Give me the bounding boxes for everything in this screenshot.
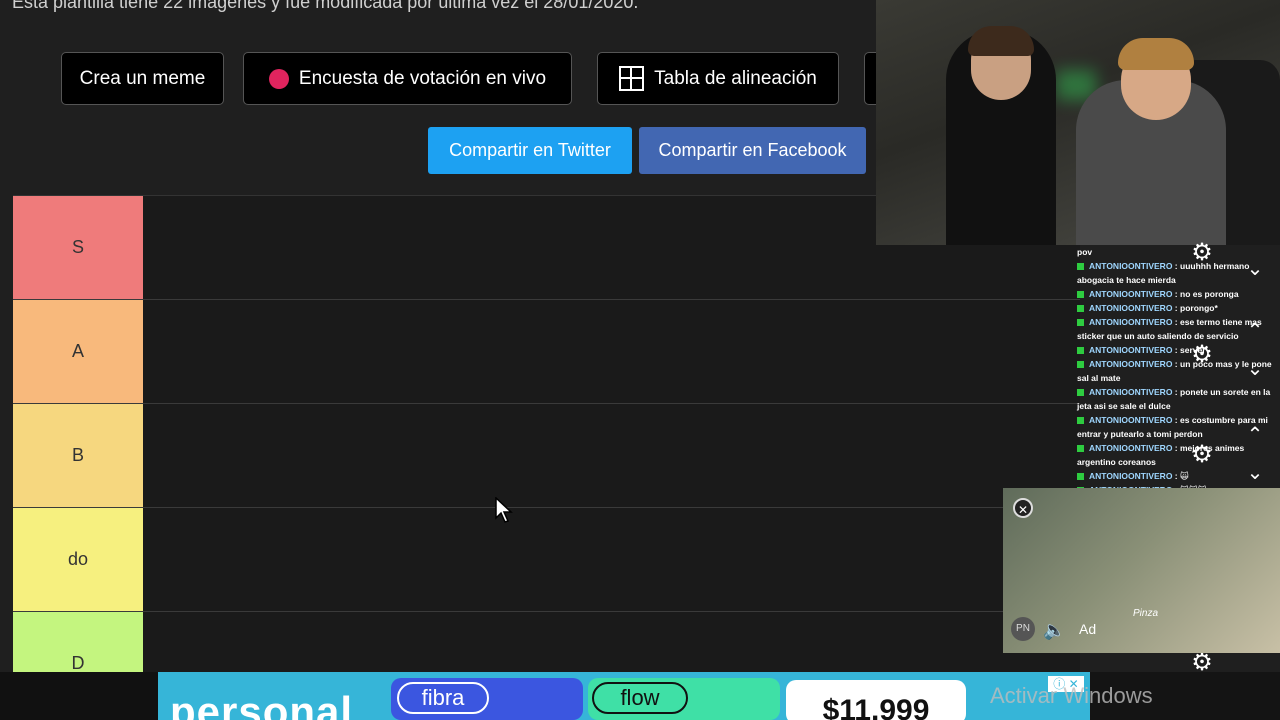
chat-separator: : [1172,261,1180,271]
share-twitter-button[interactable]: Compartir en Twitter [428,127,632,174]
speaker-icon[interactable]: 🔈 [1043,620,1065,641]
chat-username[interactable]: ANTONIOONTIVERO [1089,359,1172,369]
video-ad[interactable]: ✕ Pinza PN 🔈 Ad [1003,488,1280,653]
chevron-down-icon[interactable]: ⌄ [1242,359,1268,379]
more-actions-button[interactable] [864,52,876,105]
chat-badge-icon [1077,389,1084,397]
chat-badge-icon [1077,291,1084,299]
chat-badge-icon [1077,305,1084,313]
flow-label: flow [592,682,688,714]
chevron-down-icon[interactable]: ⌄ [1242,259,1268,279]
tier-label-c[interactable]: do [13,508,143,611]
cursor-icon [495,497,513,523]
chat-username[interactable]: ANTONIOONTIVERO [1089,317,1172,327]
bottom-left-bar [0,672,158,720]
tier-label-s[interactable]: S [13,196,143,299]
tier-row-a[interactable]: A [13,300,1080,404]
tier-row-b[interactable]: B [13,404,1080,508]
fibra-card[interactable]: fibra [391,678,583,720]
live-poll-button[interactable]: Encuesta de votación en vivo [243,52,572,105]
chat-username[interactable]: ANTONIOONTIVERO [1089,415,1172,425]
chat-separator: : [1172,303,1180,313]
gear-icon[interactable]: ⚙ [1188,341,1216,369]
price-card[interactable]: $11.999 [786,680,966,720]
flow-card[interactable]: flow [588,678,780,720]
chevron-down-icon[interactable]: ⌄ [1242,463,1268,483]
gear-icon[interactable]: ⚙ [1188,441,1216,469]
chat-badge-icon [1077,473,1084,481]
tier-list-board: S A B do D [13,195,1080,716]
chat-badge-icon [1077,361,1084,369]
create-meme-button[interactable]: Crea un meme [61,52,224,105]
chevron-up-icon[interactable]: ⌃ [1242,321,1268,341]
chat-username[interactable]: ANTONIOONTIVERO [1089,471,1172,481]
chat-badge-icon [1077,417,1084,425]
chat-separator: : [1172,443,1180,453]
chat-badge-icon [1077,347,1084,355]
chat-separator: : [1172,387,1180,397]
chat-username[interactable]: ANTONIOONTIVERO [1089,261,1172,271]
alignment-chart-label: Tabla de alineación [654,67,817,89]
chat-separator: : [1172,415,1180,425]
pn-badge: PN [1011,617,1035,641]
chat-separator: : [1172,317,1180,327]
grid-icon [619,66,645,91]
chat-username[interactable]: ANTONIOONTIVERO [1089,387,1172,397]
tier-label-a[interactable]: A [13,300,143,403]
live-poll-label: Encuesta de votación en vivo [298,67,547,89]
ad-banner[interactable]: personal fibra flow $11.999 ⓘ ✕ [158,672,1090,720]
ad-label: Ad [1079,621,1097,637]
chat-username[interactable]: ANTONIOONTIVERO [1089,345,1172,355]
chevron-up-icon[interactable]: ⌃ [1242,425,1268,445]
chat-username[interactable]: ANTONIOONTIVERO [1089,443,1172,453]
chat-separator: : [1172,345,1180,355]
close-icon[interactable]: ✕ [1013,498,1033,518]
share-facebook-label: Compartir en Facebook [658,140,847,160]
ad-brand: Pinza [1133,608,1159,619]
gear-icon[interactable]: ⚙ [1188,239,1216,267]
chat-username[interactable]: ANTONIOONTIVERO [1089,289,1172,299]
tier-label-b[interactable]: B [13,404,143,507]
tier-row-c[interactable]: do [13,508,1080,612]
chat-separator: : [1172,359,1180,369]
chat-badge-icon [1077,263,1084,271]
record-dot-icon [268,68,289,89]
chat-badge-icon [1077,319,1084,327]
create-meme-label: Crea un meme [79,67,206,89]
webcam-overlay [876,0,1280,245]
share-facebook-button[interactable]: Compartir en Facebook [639,127,866,174]
activate-windows-watermark: Activar Windows [990,683,1153,708]
chat-separator: : [1172,289,1180,299]
alignment-chart-button[interactable]: Tabla de alineación [597,52,839,105]
banner-brand: personal [170,688,354,720]
fibra-label: fibra [397,682,489,714]
chat-text: pov [1077,247,1093,257]
chat-separator: : [1172,471,1180,481]
chat-badge-icon [1077,445,1084,453]
template-info-text: Esta plantilla tiene 22 imágenes y fue m… [12,0,639,12]
screen: Esta plantilla tiene 22 imágenes y fue m… [0,0,1280,720]
share-twitter-label: Compartir en Twitter [449,140,611,160]
chat-username[interactable]: ANTONIOONTIVERO [1089,303,1172,313]
